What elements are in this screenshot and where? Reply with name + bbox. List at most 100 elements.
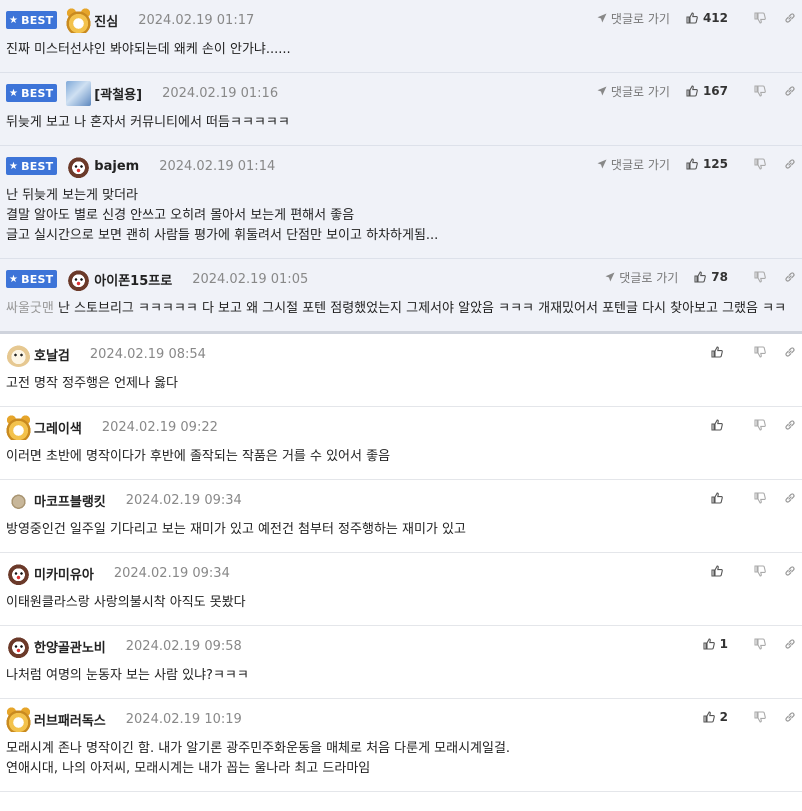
comment-item: ★ BEST 진심 2024.02.19 01:17 댓글로 가기 412 진짜 … [0, 0, 802, 73]
avatar[interactable] [66, 7, 92, 33]
like-button[interactable]: 412 [686, 11, 728, 25]
comment-header: 한양골관노비 2024.02.19 09:58 [6, 626, 796, 666]
dislike-button[interactable] [748, 419, 772, 431]
nickname[interactable]: [곽철용] [94, 84, 142, 103]
comment-date: 2024.02.19 09:58 [125, 638, 242, 654]
like-count: 167 [702, 84, 728, 98]
send-icon [597, 86, 607, 96]
avatar[interactable] [6, 341, 31, 367]
comment-date: 2024.02.19 01:14 [159, 158, 276, 174]
nickname[interactable]: 한양골관노비 [34, 637, 106, 656]
link-button[interactable] [778, 158, 802, 170]
like-button[interactable] [711, 346, 728, 358]
like-button[interactable]: 167 [686, 84, 728, 98]
comment-body: 나처럼 여명의 눈동자 보는 사람 있냐?ㅋㅋㅋ [6, 666, 796, 698]
thumbs-up-icon [703, 711, 715, 723]
nickname[interactable]: 그레이색 [34, 418, 82, 437]
nickname[interactable]: 진심 [94, 11, 118, 30]
nickname[interactable]: 미카미유아 [34, 564, 94, 583]
thumbs-up-icon [686, 158, 698, 170]
star-icon: ★ [9, 273, 19, 285]
like-button[interactable]: 125 [686, 157, 728, 171]
dislike-button[interactable] [748, 346, 772, 358]
comment-date: 2024.02.19 10:19 [125, 711, 242, 727]
comment-body: 난 뒤늦게 보는게 맞더라 결말 알아도 별로 신경 안쓰고 오히려 몰아서 보… [6, 186, 796, 258]
comment-actions: 댓글로 가기 125 [597, 155, 802, 173]
reply-link[interactable]: 댓글로 가기 [605, 269, 678, 286]
thumbs-up-icon [694, 271, 707, 283]
comment-text: 나처럼 여명의 눈동자 보는 사람 있냐?ㅋㅋㅋ [6, 668, 249, 683]
avatar[interactable] [66, 80, 92, 106]
thumbs-up-icon [711, 419, 723, 431]
thumbs-down-icon [754, 419, 766, 431]
comment-date: 2024.02.19 09:34 [125, 492, 242, 508]
link-icon [785, 272, 795, 282]
link-button[interactable] [778, 85, 802, 97]
avatar[interactable] [6, 487, 31, 513]
comment-item: 미카미유아 2024.02.19 09:34 이태원클라스랑 사랑의불시착 아직… [0, 553, 802, 626]
like-button[interactable] [711, 565, 728, 577]
like-button[interactable]: 1 [703, 637, 728, 651]
dislike-button[interactable] [748, 158, 772, 170]
avatar[interactable] [66, 266, 92, 292]
like-button[interactable] [711, 492, 728, 504]
link-button[interactable] [778, 711, 802, 723]
link-button[interactable] [778, 346, 802, 358]
thumbs-up-icon [711, 565, 723, 577]
like-button[interactable] [711, 419, 728, 431]
dislike-button[interactable] [748, 85, 772, 97]
reply-link[interactable]: 댓글로 가기 [597, 156, 670, 173]
comment-date: 2024.02.19 01:05 [192, 271, 309, 287]
comment-actions [711, 343, 802, 361]
avatar[interactable] [6, 706, 31, 732]
dislike-button[interactable] [748, 271, 772, 283]
link-button[interactable] [778, 565, 802, 577]
nickname[interactable]: bajem [94, 159, 139, 174]
like-count: 125 [702, 157, 728, 171]
comment-actions: 2 [703, 708, 802, 726]
link-button[interactable] [778, 492, 802, 504]
link-button[interactable] [778, 638, 802, 650]
best-label: BEST [21, 159, 54, 173]
comment-body: 싸울굿맨 난 스토브리그 ㅋㅋㅋㅋㅋ 다 보고 왜 그시절 포텐 점령했었는지 … [6, 299, 796, 331]
link-button[interactable] [778, 419, 802, 431]
thumbs-down-icon [754, 158, 766, 170]
link-icon [785, 493, 795, 503]
star-icon: ★ [9, 87, 19, 99]
reply-link[interactable]: 댓글로 가기 [597, 10, 670, 27]
avatar[interactable] [66, 153, 92, 179]
avatar[interactable] [6, 633, 31, 659]
best-badge: ★ BEST [6, 11, 58, 29]
avatar[interactable] [6, 560, 31, 586]
best-badge: ★ BEST [6, 270, 58, 288]
like-button[interactable]: 2 [703, 710, 728, 724]
link-icon [785, 420, 795, 430]
thumbs-down-icon [754, 711, 766, 723]
like-count: 78 [711, 270, 728, 284]
thumbs-down-icon [754, 638, 766, 650]
dislike-button[interactable] [748, 711, 772, 723]
nickname[interactable]: 마코프블랭킷 [34, 491, 106, 510]
nickname[interactable]: 러브패러독스 [34, 710, 106, 729]
comment-body: 뒤늦게 보고 나 혼자서 커뮤니티에서 떠듬ㅋㅋㅋㅋㅋ [6, 113, 796, 145]
dislike-button[interactable] [748, 565, 772, 577]
comment-header: 러브패러독스 2024.02.19 10:19 [6, 699, 796, 739]
comment-text: 이태원클라스랑 사랑의불시착 아직도 못봤다 [6, 595, 246, 610]
thumbs-up-icon [711, 346, 723, 358]
like-count: 1 [719, 637, 728, 651]
nickname[interactable]: 호날검 [34, 345, 70, 364]
nickname[interactable]: 아이폰15프로 [94, 270, 172, 289]
link-button[interactable] [778, 12, 802, 24]
avatar[interactable] [6, 414, 31, 440]
dislike-button[interactable] [748, 638, 772, 650]
thumbs-down-icon [754, 492, 766, 504]
comment-text: 모래시계 존나 명작이긴 함. 내가 알기론 광주민주화운동을 매체로 처음 다… [6, 741, 511, 776]
thumbs-down-icon [754, 85, 766, 97]
link-icon [785, 159, 795, 169]
reply-link[interactable]: 댓글로 가기 [597, 83, 670, 100]
dislike-button[interactable] [748, 12, 772, 24]
comment-body: 방영중인건 일주일 기다리고 보는 재미가 있고 예전건 첨부터 정주행하는 재… [6, 520, 796, 552]
dislike-button[interactable] [748, 492, 772, 504]
link-button[interactable] [778, 271, 802, 283]
like-button[interactable]: 78 [694, 270, 728, 284]
